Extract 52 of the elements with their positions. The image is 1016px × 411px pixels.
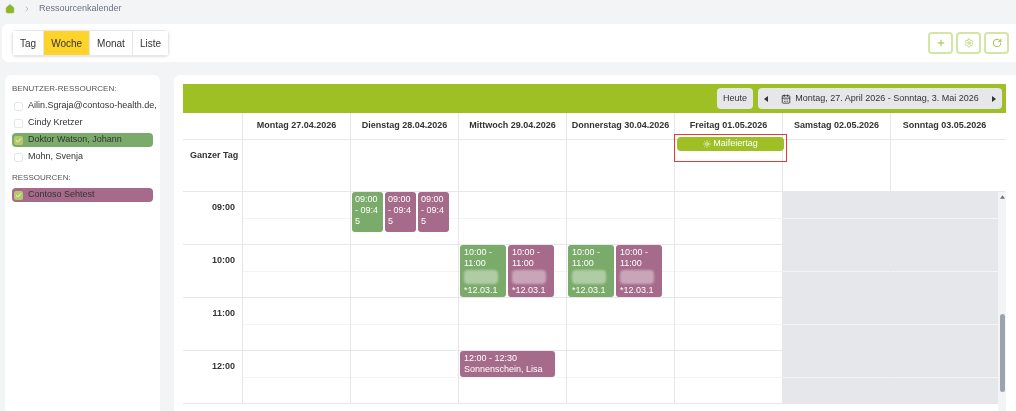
calendar-icon — [781, 93, 792, 104]
settings-icon — [963, 38, 974, 48]
scrollbar[interactable] — [998, 192, 1006, 411]
day-header: Sonntag 03.05.2026 — [890, 113, 998, 139]
group-heading: RESSOURCEN: — [12, 172, 72, 184]
resource-item[interactable]: Mohn, Svenja — [12, 150, 153, 164]
appointment[interactable]: 10:00 - 11:00 *12.03.1 — [460, 245, 506, 297]
day-header: Dienstag 28.04.2026 — [350, 113, 458, 139]
date-range: Montag, 27. April 2026 - Sonntag, 3. Mai 2026 — [795, 91, 979, 105]
appointment[interactable]: 12:00 - 12:30 Sonnenschein, Lisa — [460, 351, 555, 377]
view-tab[interactable]: Monat — [89, 31, 132, 55]
view-tab[interactable]: Woche — [43, 31, 90, 55]
group-heading: BENUTZER-RESSOURCEN: — [12, 83, 118, 95]
add-button[interactable] — [928, 32, 953, 54]
refresh-icon — [991, 38, 1002, 48]
hour-label: 11:00 — [211, 307, 236, 320]
day-header: Mittwoch 29.04.2026 — [458, 113, 566, 139]
checkbox[interactable] — [14, 190, 23, 200]
hour-label: 09:00 — [210, 201, 236, 214]
day-header: Donnerstag 30.04.2026 — [566, 113, 674, 139]
checkbox[interactable] — [14, 152, 23, 162]
sun-icon — [703, 140, 712, 148]
refresh-button[interactable] — [984, 32, 1009, 54]
appointment[interactable]: 09:00 - 09:45 — [385, 192, 416, 232]
view-tab[interactable]: Tag — [13, 31, 44, 55]
settings-button[interactable] — [956, 32, 981, 54]
resource-item[interactable]: Cindy Kretzer — [12, 116, 153, 130]
checkbox[interactable] — [14, 135, 23, 145]
day-header: Montag 27.04.2026 — [242, 113, 350, 139]
appointment[interactable]: 09:00 - 09:45 — [418, 192, 449, 232]
hour-label: 12:00 — [210, 360, 236, 373]
appointment[interactable]: 09:00 - 09:45 — [352, 192, 383, 232]
date-range-navigator[interactable]: Montag, 27. April 2026 - Sonntag, 3. Mai 2026 — [758, 88, 1002, 109]
checkbox[interactable] — [14, 118, 23, 128]
all-day-label: Ganzer Tag — [189, 149, 240, 162]
breadcrumb-label[interactable]: Ressourcenkalender — [39, 2, 122, 16]
plus-icon — [935, 38, 946, 48]
appointment[interactable]: 10:00 - 11:00 *12.03.1 — [616, 245, 662, 297]
appointment[interactable]: 10:00 - 11:00 *12.03.1 — [508, 245, 554, 297]
scroll-up-icon[interactable] — [999, 195, 1005, 199]
home-icon[interactable] — [5, 4, 15, 14]
hour-label: 10:00 — [210, 254, 236, 267]
previous-icon[interactable] — [764, 95, 768, 102]
appointment[interactable]: 10:00 - 11:00 *12.03.1 — [568, 245, 614, 297]
next-icon[interactable] — [992, 95, 996, 102]
resource-item[interactable]: Contoso Sehtest — [12, 188, 153, 202]
checkbox[interactable] — [14, 101, 23, 111]
chevron-icon — [23, 5, 31, 13]
scroll-thumb[interactable] — [999, 314, 1005, 392]
today-button[interactable]: Heute — [716, 88, 753, 109]
view-tab[interactable]: Liste — [131, 31, 168, 55]
resource-item[interactable]: Doktor Watson, Johann — [12, 133, 153, 147]
